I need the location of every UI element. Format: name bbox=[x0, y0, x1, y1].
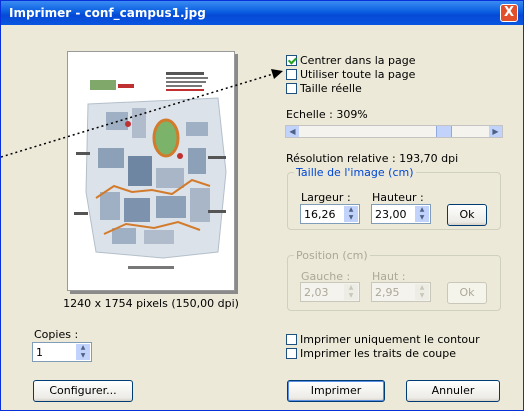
print-dialog: Imprimer - conf_campus1.jpg X 1240 x 175… bbox=[0, 0, 524, 411]
annotation-arrow bbox=[1, 69, 283, 158]
